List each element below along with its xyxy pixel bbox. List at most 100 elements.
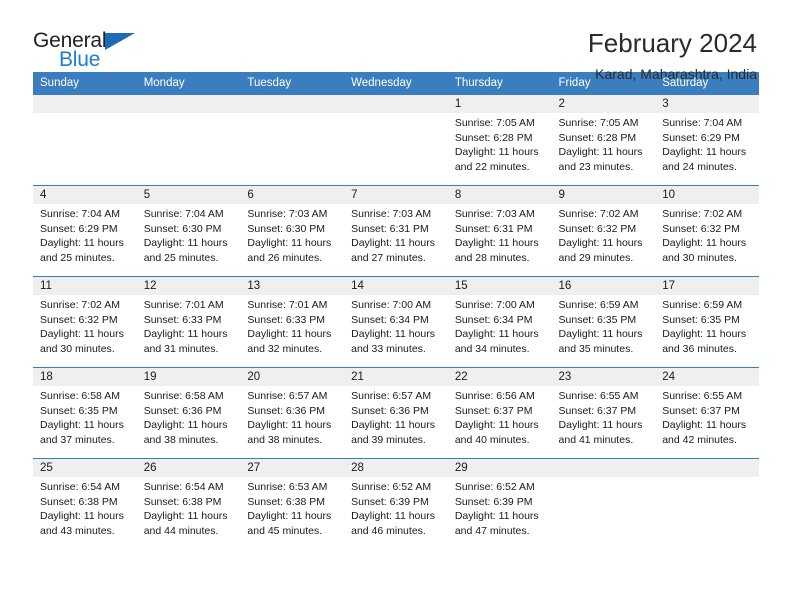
calendar-day-cell[interactable]: 9 Sunrise: 7:02 AM Sunset: 6:32 PM Daylight… xyxy=(551,185,656,277)
calendar-day-cell[interactable]: 16 Sunrise: 6:59 AM Sunset: 6:35 PM Dayligh… xyxy=(551,276,656,368)
general-blue-logo[interactable]: General Blue xyxy=(33,28,153,74)
daylight-text-line2: and 22 minutes. xyxy=(454,160,530,173)
calendar-day-cell[interactable]: 4 Sunrise: 7:04 AM Sunset: 6:29 PM Daylight… xyxy=(33,185,137,277)
calendar-day-cell[interactable]: 8 Sunrise: 7:03 AM Sunset: 6:31 PM Daylight… xyxy=(447,185,552,277)
sunrise-text: Sunrise: 7:03 AM xyxy=(351,208,432,220)
day-number: 2 xyxy=(551,95,656,113)
day-details: Sunrise: 6:56 AM Sunset: 6:37 PM Daylight:… xyxy=(448,386,552,447)
day-number: 9 xyxy=(551,186,656,204)
calendar-day-cell[interactable]: 15 Sunrise: 7:00 AM Sunset: 6:34 PM Dayligh… xyxy=(447,276,552,368)
daylight-text-line1: Daylight: 11 hours xyxy=(558,419,643,431)
calendar-week-row: 18 Sunrise: 6:58 AM Sunset: 6:35 PM Dayligh… xyxy=(33,367,759,459)
daylight-text-line2: and 39 minutes. xyxy=(351,433,426,446)
calendar-day-cell[interactable]: 7 Sunrise: 7:03 AM Sunset: 6:31 PM Daylight… xyxy=(344,185,448,277)
daylight-text-line2: and 45 minutes. xyxy=(247,524,323,537)
day-number: 20 xyxy=(240,368,345,386)
day-number xyxy=(344,95,448,113)
daylight-text-line1: Daylight: 11 hours xyxy=(558,237,643,249)
daylight-text-line1: Daylight: 11 hours xyxy=(558,328,643,340)
calendar-day-cell[interactable]: 22 Sunrise: 6:56 AM Sunset: 6:37 PM Dayligh… xyxy=(447,367,552,459)
sunset-text: Sunset: 6:37 PM xyxy=(454,404,533,417)
sunrise-text: Sunrise: 7:02 AM xyxy=(558,208,639,220)
calendar-week-row: 25 Sunrise: 6:54 AM Sunset: 6:38 PM Dayligh… xyxy=(33,458,759,549)
calendar-day-cell[interactable]: 14 Sunrise: 7:00 AM Sunset: 6:34 PM Dayligh… xyxy=(344,276,448,368)
calendar-day-cell[interactable]: 18 Sunrise: 6:58 AM Sunset: 6:35 PM Dayligh… xyxy=(33,367,137,459)
calendar-day-cell[interactable]: 29 Sunrise: 6:52 AM Sunset: 6:39 PM Dayligh… xyxy=(447,458,552,549)
calendar-day-cell[interactable]: 26 Sunrise: 6:54 AM Sunset: 6:38 PM Dayligh… xyxy=(136,458,241,549)
calendar-day-cell[interactable]: 12 Sunrise: 7:01 AM Sunset: 6:33 PM Dayligh… xyxy=(136,276,241,368)
calendar-day-cell[interactable]: 2 Sunrise: 7:05 AM Sunset: 6:28 PM Daylight… xyxy=(551,94,656,186)
calendar-day-cell[interactable]: 27 Sunrise: 6:53 AM Sunset: 6:38 PM Dayligh… xyxy=(240,458,345,549)
weekday-header-wednesday: Wednesday xyxy=(344,72,448,95)
daylight-text-line2: and 30 minutes. xyxy=(40,342,115,355)
daylight-text-line1: Daylight: 11 hours xyxy=(351,237,435,249)
logo-triangle-icon xyxy=(105,33,135,50)
daylight-text-line1: Daylight: 11 hours xyxy=(247,510,332,522)
sunset-text: Sunset: 6:29 PM xyxy=(662,131,740,144)
day-number: 4 xyxy=(33,186,137,204)
day-details: Sunrise: 7:04 AM Sunset: 6:30 PM Daylight:… xyxy=(137,204,241,265)
calendar-day-cell[interactable]: 5 Sunrise: 7:04 AM Sunset: 6:30 PM Daylight… xyxy=(136,185,241,277)
day-details: Sunrise: 6:52 AM Sunset: 6:39 PM Daylight:… xyxy=(448,477,552,538)
day-number: 24 xyxy=(655,368,759,386)
calendar-day-cell[interactable]: 28 Sunrise: 6:52 AM Sunset: 6:39 PM Dayligh… xyxy=(344,458,448,549)
sunset-text: Sunset: 6:34 PM xyxy=(351,313,429,326)
calendar-day-cell-empty xyxy=(655,458,759,549)
day-number: 27 xyxy=(240,459,345,477)
daylight-text-line2: and 29 minutes. xyxy=(558,251,634,264)
sunset-text: Sunset: 6:32 PM xyxy=(40,313,118,326)
calendar-week-row: 4 Sunrise: 7:04 AM Sunset: 6:29 PM Daylight… xyxy=(33,185,759,277)
daylight-text-line2: and 38 minutes. xyxy=(247,433,323,446)
day-number: 7 xyxy=(344,186,448,204)
calendar-day-cell-empty xyxy=(33,94,137,186)
daylight-text-line1: Daylight: 11 hours xyxy=(351,328,435,340)
day-details: Sunrise: 6:58 AM Sunset: 6:36 PM Daylight:… xyxy=(137,386,241,447)
calendar-day-cell[interactable]: 17 Sunrise: 6:59 AM Sunset: 6:35 PM Dayligh… xyxy=(655,276,759,368)
sunrise-text: Sunrise: 6:54 AM xyxy=(143,481,224,493)
daylight-text-line1: Daylight: 11 hours xyxy=(143,237,228,249)
sunset-text: Sunset: 6:35 PM xyxy=(558,313,637,326)
day-details: Sunrise: 7:00 AM Sunset: 6:34 PM Daylight:… xyxy=(448,295,552,356)
weekday-header-monday: Monday xyxy=(136,72,241,95)
daylight-text-line2: and 33 minutes. xyxy=(351,342,426,355)
sunrise-text: Sunrise: 7:03 AM xyxy=(247,208,328,220)
sunrise-text: Sunrise: 6:59 AM xyxy=(662,299,743,311)
page-header: General Blue February 2024 Karad, Mahara… xyxy=(33,0,759,82)
daylight-text-line1: Daylight: 11 hours xyxy=(662,328,747,340)
sunset-text: Sunset: 6:33 PM xyxy=(143,313,222,326)
daylight-text-line1: Daylight: 11 hours xyxy=(662,146,747,158)
day-details: Sunrise: 6:54 AM Sunset: 6:38 PM Daylight:… xyxy=(33,477,137,538)
calendar-page: General Blue February 2024 Karad, Mahara… xyxy=(0,0,792,612)
calendar-day-cell[interactable]: 13 Sunrise: 7:01 AM Sunset: 6:33 PM Dayligh… xyxy=(240,276,345,368)
calendar-day-cell[interactable]: 20 Sunrise: 6:57 AM Sunset: 6:36 PM Dayligh… xyxy=(240,367,345,459)
sunset-text: Sunset: 6:30 PM xyxy=(247,222,326,235)
day-details: Sunrise: 6:59 AM Sunset: 6:35 PM Daylight:… xyxy=(552,295,656,356)
day-details: Sunrise: 7:05 AM Sunset: 6:28 PM Daylight:… xyxy=(448,113,552,174)
calendar-day-cell[interactable]: 10 Sunrise: 7:02 AM Sunset: 6:32 PM Dayligh… xyxy=(655,185,759,277)
daylight-text-line2: and 32 minutes. xyxy=(247,342,323,355)
day-number: 16 xyxy=(551,277,656,295)
calendar-day-cell[interactable]: 1 Sunrise: 7:05 AM Sunset: 6:28 PM Daylight… xyxy=(447,94,552,186)
day-number: 3 xyxy=(655,95,759,113)
daylight-text-line2: and 26 minutes. xyxy=(247,251,323,264)
sunrise-text: Sunrise: 7:04 AM xyxy=(143,208,224,220)
calendar-day-cell[interactable]: 3 Sunrise: 7:04 AM Sunset: 6:29 PM Daylight… xyxy=(655,94,759,186)
day-number: 23 xyxy=(551,368,656,386)
day-number: 29 xyxy=(447,459,552,477)
daylight-text-line1: Daylight: 11 hours xyxy=(454,237,539,249)
calendar-day-cell[interactable]: 19 Sunrise: 6:58 AM Sunset: 6:36 PM Dayligh… xyxy=(136,367,241,459)
calendar-day-cell[interactable]: 21 Sunrise: 6:57 AM Sunset: 6:36 PM Dayligh… xyxy=(344,367,448,459)
page-title: February 2024 xyxy=(587,28,757,58)
day-number xyxy=(33,95,137,113)
daylight-text-line1: Daylight: 11 hours xyxy=(454,328,539,340)
calendar-day-cell[interactable]: 25 Sunrise: 6:54 AM Sunset: 6:38 PM Dayligh… xyxy=(33,458,137,549)
calendar-day-cell[interactable]: 6 Sunrise: 7:03 AM Sunset: 6:30 PM Daylight… xyxy=(240,185,345,277)
daylight-text-line1: Daylight: 11 hours xyxy=(40,419,124,431)
day-details: Sunrise: 6:54 AM Sunset: 6:38 PM Daylight:… xyxy=(137,477,241,538)
weekday-header-tuesday: Tuesday xyxy=(240,72,345,95)
sunset-text: Sunset: 6:31 PM xyxy=(454,222,533,235)
calendar-day-cell[interactable]: 11 Sunrise: 7:02 AM Sunset: 6:32 PM Dayligh… xyxy=(33,276,137,368)
daylight-text-line1: Daylight: 11 hours xyxy=(454,510,539,522)
calendar-day-cell[interactable]: 24 Sunrise: 6:55 AM Sunset: 6:37 PM Dayligh… xyxy=(655,367,759,459)
calendar-day-cell[interactable]: 23 Sunrise: 6:55 AM Sunset: 6:37 PM Dayligh… xyxy=(551,367,656,459)
